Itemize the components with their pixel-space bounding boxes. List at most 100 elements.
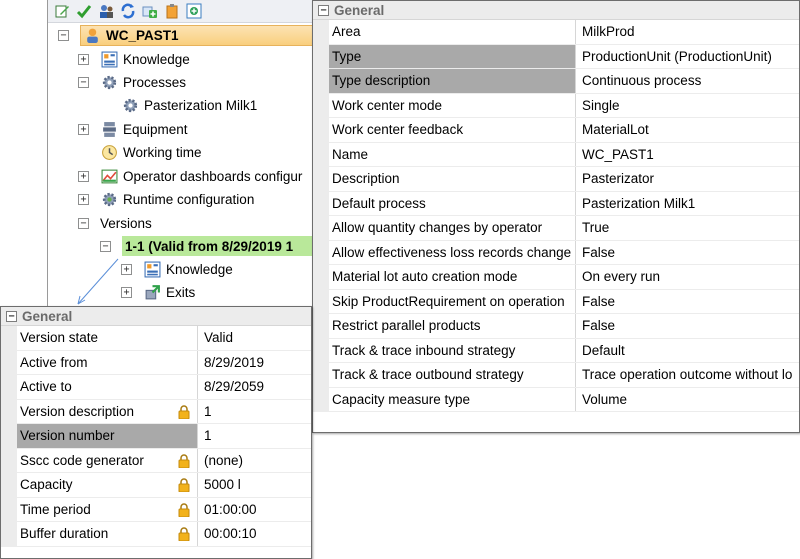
property-value[interactable]: 1: [198, 400, 311, 424]
collapse-expander[interactable]: −: [58, 29, 69, 41]
property-name[interactable]: Version state: [17, 326, 198, 350]
property-value[interactable]: True: [576, 216, 799, 240]
property-name[interactable]: Capacity measure type: [329, 387, 576, 411]
property-value[interactable]: 5000 l: [198, 473, 311, 497]
expand-expander[interactable]: +: [78, 53, 89, 65]
tree-item-knowledge[interactable]: + Knowledge: [78, 48, 190, 70]
property-row[interactable]: Work center feedback MaterialLot: [313, 118, 799, 143]
property-row[interactable]: Skip ProductRequirement on operation Fals…: [313, 289, 799, 314]
property-row[interactable]: Buffer duration 00:00:10: [1, 522, 311, 547]
tree-item-operator-dashboards[interactable]: + Operator dashboards configur: [78, 165, 302, 187]
property-name[interactable]: Description: [329, 167, 576, 191]
property-row[interactable]: Version description 1: [1, 399, 311, 424]
category-header[interactable]: − General: [1, 307, 311, 326]
property-value[interactable]: Pasterizator: [576, 167, 799, 191]
export-icon[interactable]: [186, 3, 202, 19]
property-row[interactable]: Time period 01:00:00: [1, 497, 311, 522]
property-row[interactable]: Active to 8/29/2059: [1, 375, 311, 400]
tree-item-runtime-configuration[interactable]: + Runtime configuration: [78, 188, 254, 210]
collapse-expander[interactable]: −: [78, 76, 89, 88]
property-name[interactable]: Time period: [17, 497, 198, 521]
property-row[interactable]: Sscc code generator (none): [1, 448, 311, 473]
property-value[interactable]: 00:00:10: [198, 522, 311, 546]
expand-expander[interactable]: +: [78, 193, 89, 205]
tree-item-equipment[interactable]: + Equipment: [78, 118, 188, 140]
property-value[interactable]: 1: [198, 424, 311, 448]
tree-item-working-time[interactable]: Working time: [100, 141, 202, 163]
property-row[interactable]: Default process Pasterization Milk1: [313, 191, 799, 216]
property-name[interactable]: Track & trace inbound strategy: [329, 338, 576, 362]
property-value[interactable]: Valid: [198, 326, 311, 350]
users-icon[interactable]: [98, 3, 114, 19]
property-name[interactable]: Restrict parallel products: [329, 314, 576, 338]
property-name[interactable]: Version number: [17, 424, 198, 448]
property-name[interactable]: Version description: [17, 399, 198, 423]
property-name[interactable]: Sscc code generator: [17, 448, 198, 472]
property-value[interactable]: 8/29/2019: [198, 351, 311, 375]
property-value[interactable]: Trace operation outcome without lo: [576, 363, 799, 387]
property-row[interactable]: Type ProductionUnit (ProductionUnit): [313, 44, 799, 69]
property-name[interactable]: Active to: [17, 375, 198, 399]
expand-expander[interactable]: +: [78, 123, 89, 135]
tree-item-pasterization-milk1[interactable]: Pasterization Milk1: [121, 94, 257, 116]
property-value[interactable]: 01:00:00: [198, 498, 311, 522]
property-value[interactable]: False: [576, 290, 799, 314]
expand-expander[interactable]: +: [121, 286, 132, 298]
property-row[interactable]: Capacity measure type Volume: [313, 387, 799, 412]
property-name[interactable]: Type: [329, 44, 576, 68]
property-row[interactable]: Material lot auto creation mode On every …: [313, 265, 799, 290]
property-row[interactable]: Track & trace inbound strategy Default: [313, 338, 799, 363]
property-row[interactable]: Restrict parallel products False: [313, 314, 799, 339]
collapse-category-icon[interactable]: −: [318, 4, 329, 16]
version-selection[interactable]: 1-1 (Valid from 8/29/2019 1: [122, 236, 318, 256]
property-value[interactable]: (none): [198, 449, 311, 473]
property-value[interactable]: MilkProd: [576, 20, 799, 44]
category-header[interactable]: − General: [313, 1, 799, 20]
property-value[interactable]: Volume: [576, 388, 799, 412]
property-name[interactable]: Area: [329, 20, 576, 44]
property-name[interactable]: Name: [329, 142, 576, 166]
property-value[interactable]: Continuous process: [576, 69, 799, 93]
tree-root-selection[interactable]: WC_PAST1: [80, 24, 314, 46]
property-value[interactable]: On every run: [576, 265, 799, 289]
property-name[interactable]: Capacity: [17, 473, 198, 497]
expand-expander[interactable]: +: [121, 263, 132, 275]
property-value[interactable]: 8/29/2059: [198, 375, 311, 399]
collapse-category-icon[interactable]: −: [6, 310, 17, 322]
add-item-icon[interactable]: [142, 3, 158, 19]
property-name[interactable]: Skip ProductRequirement on operation: [329, 289, 576, 313]
property-value[interactable]: ProductionUnit (ProductionUnit): [576, 45, 799, 69]
property-row[interactable]: Type description Continuous process: [313, 69, 799, 94]
property-row[interactable]: Version number 1: [1, 424, 311, 449]
property-row[interactable]: Version state Valid: [1, 326, 311, 351]
edit-icon[interactable]: [54, 3, 70, 19]
property-value[interactable]: False: [576, 241, 799, 265]
tree-item-processes[interactable]: − Processes: [78, 71, 186, 93]
property-row[interactable]: Track & trace outbound strategy Trace ope…: [313, 363, 799, 388]
tree-item-version-knowledge[interactable]: + Knowledge: [121, 258, 233, 280]
property-name[interactable]: Allow quantity changes by operator: [329, 216, 576, 240]
property-row[interactable]: Work center mode Single: [313, 93, 799, 118]
property-name[interactable]: Track & trace outbound strategy: [329, 363, 576, 387]
property-value[interactable]: WC_PAST1: [576, 143, 799, 167]
property-row[interactable]: Name WC_PAST1: [313, 142, 799, 167]
property-row[interactable]: Area MilkProd: [313, 20, 799, 45]
tree-root[interactable]: − WC_PAST1: [58, 24, 314, 46]
property-name[interactable]: Active from: [17, 350, 198, 374]
property-name[interactable]: Allow effectiveness loss records change: [329, 240, 576, 264]
property-row[interactable]: Allow quantity changes by operator True: [313, 216, 799, 241]
property-row[interactable]: Allow effectiveness loss records change F…: [313, 240, 799, 265]
expand-expander[interactable]: +: [78, 170, 89, 182]
property-name[interactable]: Type description: [329, 69, 576, 93]
refresh-icon[interactable]: [120, 3, 136, 19]
check-icon[interactable]: [76, 3, 92, 19]
property-name[interactable]: Work center feedback: [329, 118, 576, 142]
collapse-expander[interactable]: −: [100, 240, 111, 252]
property-name[interactable]: Material lot auto creation mode: [329, 265, 576, 289]
property-name[interactable]: Work center mode: [329, 93, 576, 117]
property-value[interactable]: Pasterization Milk1: [576, 192, 799, 216]
tree-item-versions[interactable]: − Versions: [78, 212, 152, 234]
tree-item-exits[interactable]: + Exits: [121, 281, 195, 303]
clipboard-icon[interactable]: [164, 3, 180, 19]
property-value[interactable]: Default: [576, 339, 799, 363]
